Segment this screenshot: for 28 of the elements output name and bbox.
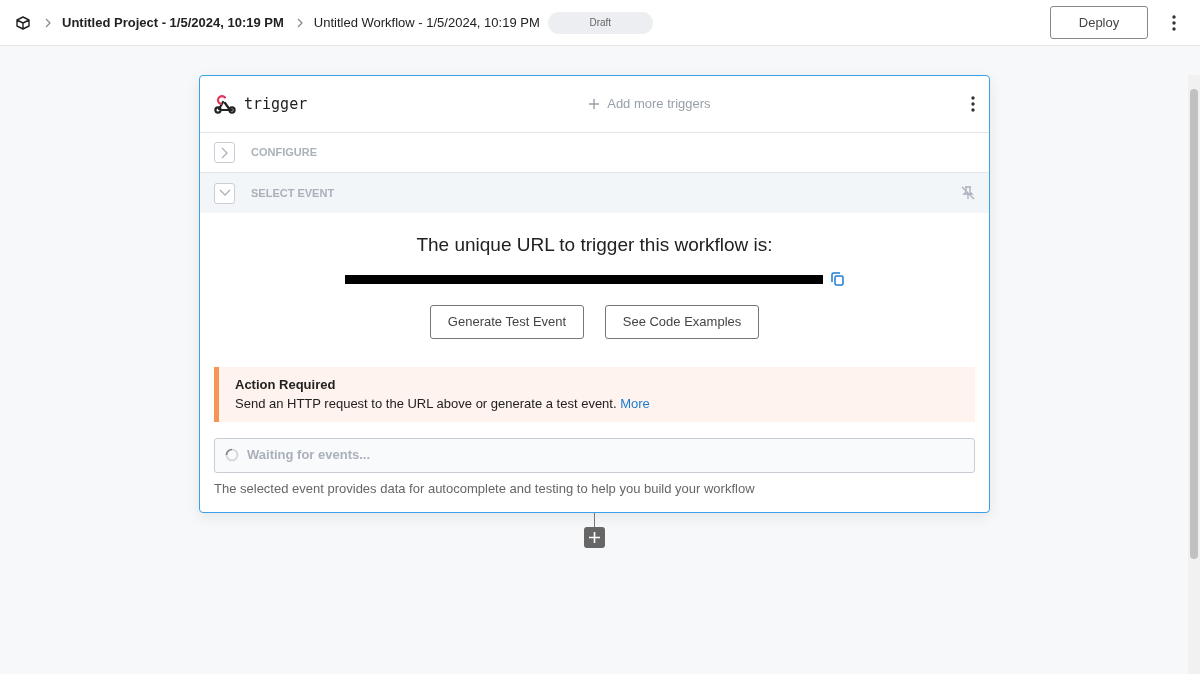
url-heading: The unique URL to trigger this workflow is: [415, 233, 774, 257]
cube-icon[interactable] [16, 15, 30, 30]
more-options-icon[interactable] [1172, 14, 1176, 31]
add-step-button[interactable] [584, 527, 605, 548]
trigger-title: trigger [244, 93, 308, 115]
alert-title: Action Required [235, 375, 337, 394]
waiting-text: Waiting for events... [247, 446, 371, 465]
copy-icon[interactable] [831, 272, 844, 286]
plus-icon [589, 99, 600, 109]
more-options-icon[interactable] [971, 96, 975, 112]
scrollbar[interactable] [1188, 75, 1200, 674]
status-badge: Draft [547, 11, 653, 34]
scrollbar-thumb[interactable] [1190, 89, 1198, 559]
breadcrumb-item[interactable]: Untitled Project - 1/5/2024, 10:19 PM [62, 12, 284, 33]
chevron-right-icon [295, 17, 304, 28]
action-button[interactable]: See Code Examples [605, 304, 759, 339]
section-label: SELECT EVENT [251, 185, 335, 201]
more-link[interactable]: More [620, 396, 650, 411]
deploy-button[interactable]: Deploy [1050, 6, 1148, 39]
chevron-right-icon [44, 17, 52, 28]
breadcrumb-item[interactable]: Untitled Workflow - 1/5/2024, 10:19 PM [313, 12, 540, 33]
spinner-icon [225, 448, 239, 462]
action-button[interactable]: Generate Test Event [430, 304, 584, 339]
section-label: CONFIGURE [251, 145, 317, 161]
alert-text: Send an HTTP request to the URL above or generate a test event. More [235, 395, 651, 413]
help-text: The selected event provides data for autocomplete and testing to help you build your workflow [214, 479, 756, 498]
webhook-icon [214, 94, 236, 114]
plus-icon [589, 532, 600, 543]
